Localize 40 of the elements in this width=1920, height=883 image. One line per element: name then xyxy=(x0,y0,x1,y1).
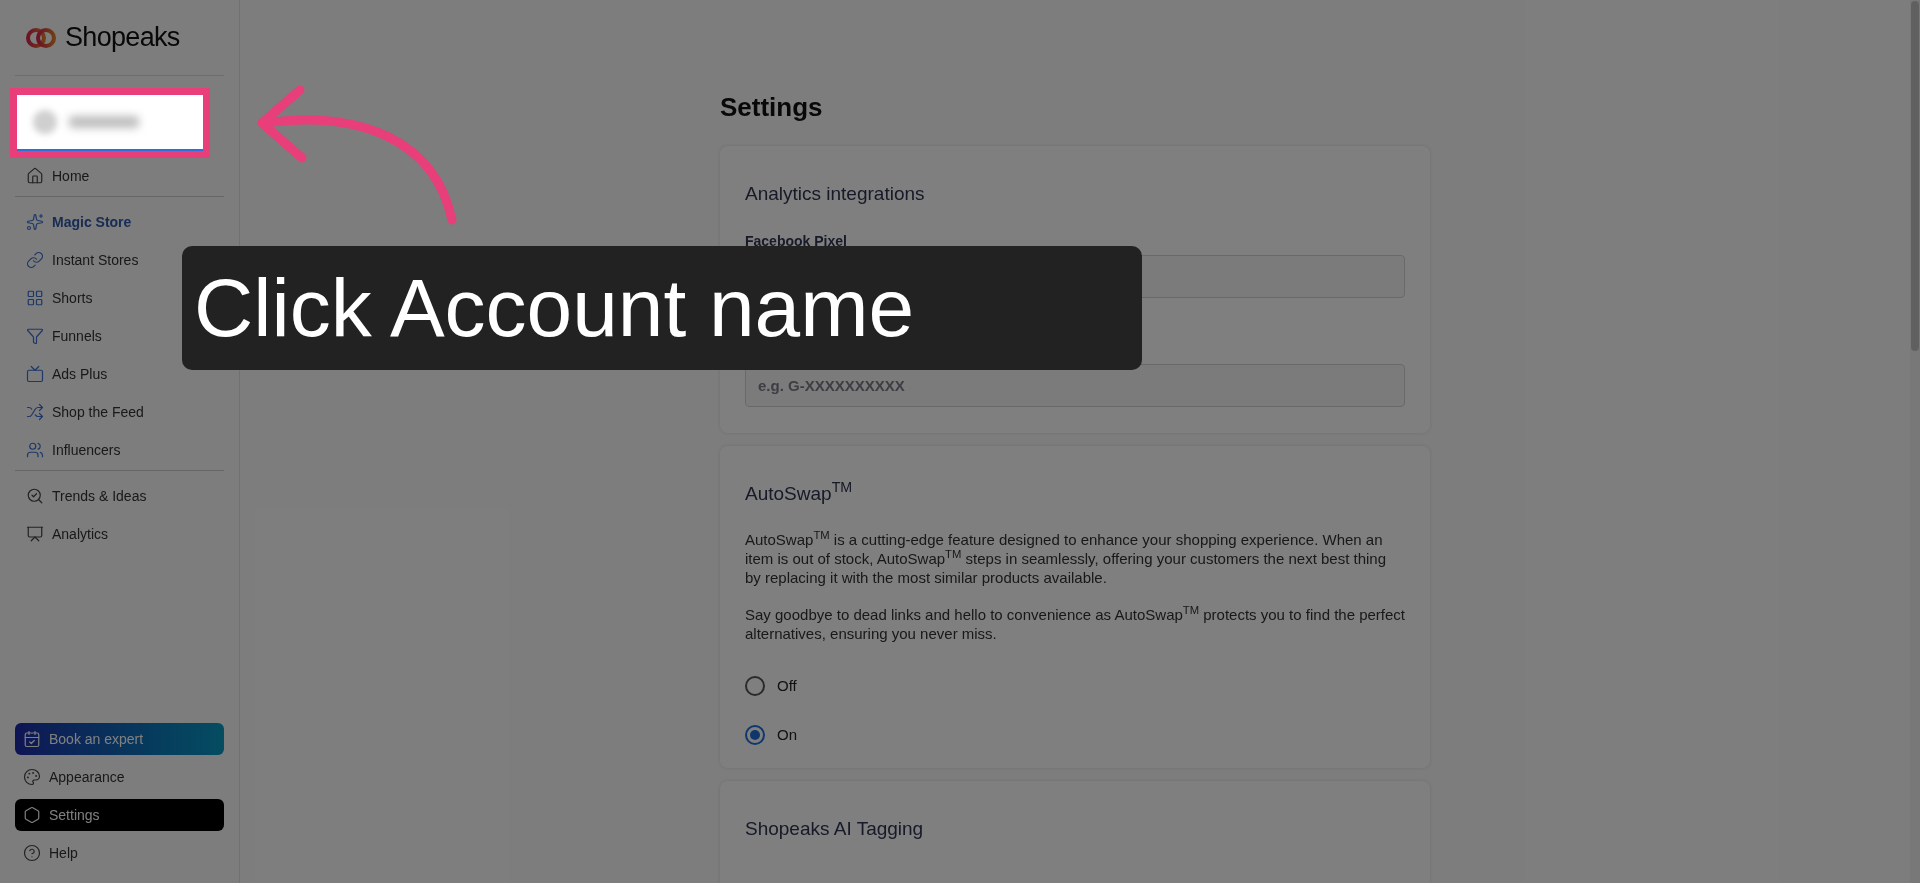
scrollbar-thumb[interactable] xyxy=(1911,1,1919,351)
link-icon xyxy=(26,251,44,269)
card-title: AutoSwap$^{TM}$ xyxy=(745,479,854,506)
users-icon xyxy=(26,441,44,459)
nav-item[interactable]: Shop the Feed xyxy=(18,396,221,428)
filter-icon xyxy=(26,327,44,345)
presentation-icon xyxy=(26,525,44,543)
nav-item[interactable]: Home xyxy=(18,160,221,192)
monitor-icon xyxy=(26,365,44,383)
blurred-account-icon xyxy=(33,110,57,134)
nav-item[interactable]: Appearance xyxy=(15,761,224,793)
radio-option[interactable]: Off xyxy=(745,675,797,698)
instruction-tooltip: Click Account name xyxy=(182,246,1142,370)
calendar-check-icon xyxy=(23,730,41,748)
search-check-icon xyxy=(26,487,44,505)
nav-item[interactable]: Help xyxy=(15,837,224,869)
shuffle-icon xyxy=(26,403,44,421)
radio-option[interactable]: On xyxy=(745,723,797,746)
sparkles-icon xyxy=(26,213,44,231)
nav-item[interactable]: Settings xyxy=(15,799,224,831)
description-text: Say goodbye to dead links and hello to convenience as AutoSwap$^{TM}$ protects you to find the perfect alternatives, ensuring you never miss. xyxy=(745,605,1405,643)
home-icon xyxy=(26,167,44,185)
book-expert-button[interactable]: Book an expert xyxy=(15,723,224,755)
logo-text: Shopeaks xyxy=(65,21,180,55)
account-button[interactable] xyxy=(17,95,203,151)
settings-icon xyxy=(23,806,41,824)
nav-item[interactable]: Influencers xyxy=(18,434,221,466)
palette-icon xyxy=(23,768,41,786)
nav-item[interactable]: Analytics xyxy=(18,518,221,550)
nav-item[interactable]: Magic Store xyxy=(18,206,221,238)
help-icon xyxy=(23,844,41,862)
description-text: AutoSwap$^{TM}$ is a cutting-edge feature designed to enhance your shopping experience. When an item is out of stock, AutoSwap$^{TM}$ steps in seamlessly, offering your customers the next best thing by replacing it with the most similar products available. xyxy=(745,530,1387,587)
card-title: Analytics integrations xyxy=(745,182,926,206)
logo-icon xyxy=(25,26,57,49)
card-title: Shopeaks AI Tagging xyxy=(745,817,925,841)
nav-item[interactable]: Trends & Ideas xyxy=(18,480,221,512)
grid-icon xyxy=(26,289,44,307)
blurred-account-name xyxy=(69,116,139,128)
field-label: Facebook Pixel xyxy=(745,231,848,249)
page-title: Settings xyxy=(720,91,824,124)
